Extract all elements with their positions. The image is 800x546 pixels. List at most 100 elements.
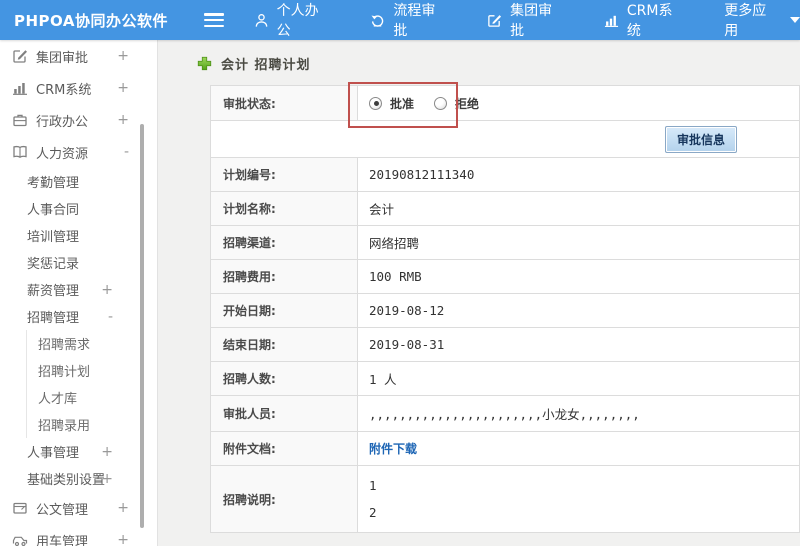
sidebar-item-documents[interactable]: 公文管理 + <box>0 492 157 524</box>
expand-icon: + <box>101 470 113 487</box>
sidebar-item-attendance[interactable]: 考勤管理 <box>0 168 157 195</box>
table-row-attachment: 附件文档: 附件下载 <box>210 431 800 466</box>
bar-chart-icon <box>12 80 28 96</box>
car-icon <box>12 532 28 546</box>
add-plus-icon[interactable] <box>197 56 212 71</box>
expand-icon: + <box>117 80 129 96</box>
sidebar-label: 人才库 <box>38 392 78 407</box>
radio-reject[interactable] <box>434 96 448 110</box>
nav-workflow-approval[interactable]: 流程审批 <box>370 0 449 40</box>
sidebar-item-hr[interactable]: 人力资源 - <box>0 136 157 168</box>
table-row-approvers: 审批人员: ,,,,,,,,,,,,,,,,,,,,,,,小龙女,,,,,,,, <box>210 395 800 432</box>
row-value: 1 2 <box>357 465 800 533</box>
nav-more-apps[interactable]: 更多应用 <box>724 0 800 40</box>
nav-personal-office[interactable]: 个人办公 <box>254 0 333 40</box>
edit-square-icon <box>487 13 502 28</box>
sidebar-menu: 集团审批 + CRM系统 + 行政办公 + 人力资源 - 考勤管理 人事合同 培… <box>0 40 157 546</box>
sidebar-item-group-approval[interactable]: 集团审批 + <box>0 40 157 72</box>
sidebar-label: 招聘录用 <box>38 419 91 434</box>
radio-approve[interactable] <box>369 96 382 110</box>
bar-chart-icon <box>604 13 619 28</box>
radio-approve-label: 批准 <box>390 96 415 111</box>
approval-info-button[interactable]: 审批信息 <box>664 125 737 153</box>
sidebar-label: 人事管理 <box>27 446 80 461</box>
row-value: 网络招聘 <box>357 225 800 260</box>
chevron-down-icon <box>790 17 800 23</box>
row-label: 附件文档: <box>210 431 358 466</box>
sidebar-item-rewards[interactable]: 奖惩记录 <box>0 249 157 276</box>
row-value: 20190812111340 <box>357 157 800 192</box>
sidebar-item-salary[interactable]: 薪资管理 + <box>0 276 157 303</box>
row-value: ,,,,,,,,,,,,,,,,,,,,,,,小龙女,,,,,,,, <box>357 395 800 432</box>
sidebar-label: 招聘管理 <box>27 311 80 326</box>
row-label: 招聘费用: <box>210 259 358 294</box>
sidebar-label: 用车管理 <box>36 534 89 546</box>
flow-history-icon <box>370 13 385 28</box>
nav-crm-system[interactable]: CRM系统 <box>604 0 686 40</box>
table-row-plan-name: 计划名称: 会计 <box>210 191 800 226</box>
sidebar-label: 行政办公 <box>36 114 89 130</box>
row-value: 1 人 <box>357 361 800 396</box>
row-label: 审批人员: <box>210 395 358 432</box>
sidebar-label: CRM系统 <box>36 82 92 98</box>
sidebar-item-recruitment[interactable]: 招聘管理 - <box>0 303 157 330</box>
sidebar-label: 集团审批 <box>36 50 89 66</box>
table-row-channel: 招聘渠道: 网络招聘 <box>210 225 800 260</box>
radio-reject-label: 拒绝 <box>455 96 480 111</box>
sidebar-item-base-category[interactable]: 基础类别设置 + <box>0 465 157 492</box>
sidebar-item-admin-office[interactable]: 行政办公 + <box>0 104 157 136</box>
row-label: 招聘渠道: <box>210 225 358 260</box>
edit-square-icon <box>12 48 28 64</box>
page-title-text: 会计 招聘计划 <box>221 58 311 73</box>
sidebar-item-hr-contract[interactable]: 人事合同 <box>0 195 157 222</box>
sidebar-label: 薪资管理 <box>27 284 80 299</box>
nav-group-approval[interactable]: 集团审批 <box>487 0 566 40</box>
sidebar-item-training[interactable]: 培训管理 <box>0 222 157 249</box>
nav-label: 流程审批 <box>393 3 436 39</box>
row-value: 附件下载 <box>357 431 800 466</box>
row-label: 结束日期: <box>210 327 358 362</box>
table-row-button: 审批信息 <box>210 120 800 158</box>
briefcase-icon <box>12 112 28 128</box>
nav-label: CRM系统 <box>626 3 673 39</box>
expand-icon: + <box>101 281 113 298</box>
expand-icon: + <box>117 112 129 128</box>
sidebar-item-personnel[interactable]: 人事管理 + <box>0 438 157 465</box>
page-title: 会计 招聘计划 <box>197 54 311 73</box>
row-value: 会计 <box>357 191 800 226</box>
expand-icon: - <box>123 144 129 160</box>
sidebar-label: 招聘计划 <box>38 365 91 380</box>
table-row-start-date: 开始日期: 2019-08-12 <box>210 293 800 328</box>
table-row-headcount: 招聘人数: 1 人 <box>210 361 800 396</box>
expand-icon: + <box>101 443 113 460</box>
table-row-status: 审批状态: 批准 拒绝 <box>210 85 800 121</box>
expand-icon: + <box>117 500 129 516</box>
sidebar-item-vehicle[interactable]: 用车管理 + <box>0 524 157 546</box>
sidebar-item-talent-pool[interactable]: 人才库 <box>0 384 157 411</box>
nav-label: 集团审批 <box>510 3 553 39</box>
sidebar-item-recruit-hire[interactable]: 招聘录用 <box>0 411 157 438</box>
sidebar-label: 奖惩记录 <box>27 257 80 272</box>
hamburger-menu-icon[interactable] <box>203 13 224 27</box>
sidebar-label: 人力资源 <box>36 146 89 162</box>
row-label: 招聘人数: <box>210 361 358 396</box>
table-row-description: 招聘说明: 1 2 <box>210 465 800 533</box>
row-label: 计划名称: <box>210 191 358 226</box>
sidebar-scrollbar[interactable] <box>140 124 144 528</box>
sidebar-item-recruit-plan[interactable]: 招聘计划 <box>0 357 157 384</box>
expand-icon: + <box>117 532 129 546</box>
row-value: 100 RMB <box>357 259 800 294</box>
sidebar-label: 公文管理 <box>36 502 89 518</box>
app-logo: PHPOA协同办公软件 <box>14 11 168 30</box>
top-navigation: 个人办公 流程审批 集团审批 CRM系统 更多应用 <box>254 0 800 40</box>
attachment-download-link[interactable]: 附件下载 <box>369 442 417 456</box>
phpoa-app: { "topbar": { "brand": "PHPOA协同办公软件", "m… <box>0 0 800 546</box>
sidebar-label: 基础类别设置 <box>27 473 106 488</box>
sidebar-label: 招聘需求 <box>38 338 91 353</box>
sidebar-item-crm[interactable]: CRM系统 + <box>0 72 157 104</box>
main-content: 会计 招聘计划 审批状态: 批准 拒绝 审批信息 计划编号: 201908121… <box>158 40 800 546</box>
sidebar-label: 人事合同 <box>27 203 80 218</box>
sidebar-item-recruit-demand[interactable]: 招聘需求 <box>0 330 157 357</box>
expand-icon: - <box>107 308 113 325</box>
sidebar-label: 培训管理 <box>27 230 80 245</box>
